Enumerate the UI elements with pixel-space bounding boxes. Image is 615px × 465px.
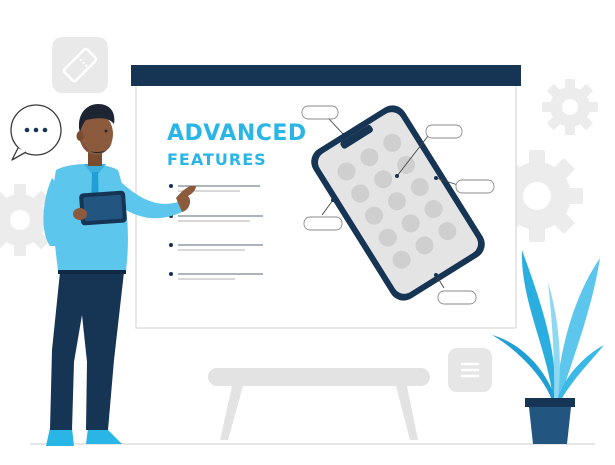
presentation-board [131,65,521,329]
ticket-icon [52,37,108,93]
slide-title-line1: ADVANCED [167,121,307,146]
board-top-bar [131,65,521,86]
illustration [0,37,604,446]
chat-bubble-icon [10,104,62,161]
gear-icon [542,79,598,135]
slide-title-line2: FEATURES [167,150,267,169]
board-stand [208,368,430,440]
menu-icon [448,348,492,392]
